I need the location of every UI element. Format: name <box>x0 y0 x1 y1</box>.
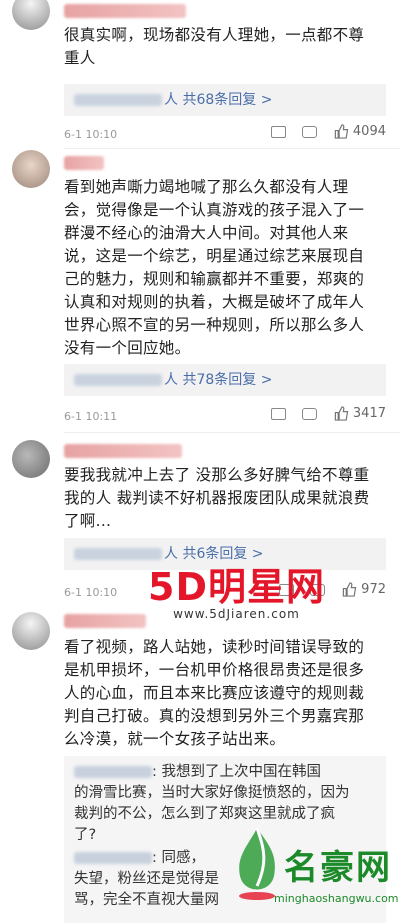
username[interactable] <box>64 4 186 18</box>
like-count: 4094 <box>352 124 386 139</box>
like-button[interactable]: 3417 <box>333 406 386 421</box>
comment-actions: 4094 <box>270 124 386 139</box>
username[interactable] <box>64 156 104 170</box>
reply-count: 人 共68条回复 > <box>164 92 273 108</box>
reply-summary-link[interactable]: 人 共68条回复 > <box>64 84 386 116</box>
like-count: 3417 <box>352 406 386 421</box>
username[interactable] <box>64 614 146 628</box>
comment-text: 要我我就冲上去了 没那么多好脾气给不尊重 我的人 裁判读不好机器报废团队成果就浪… <box>64 466 370 530</box>
comment-icon[interactable] <box>301 125 317 138</box>
reply-user-blur <box>74 374 162 386</box>
comment-date: 6-1 10:10 <box>64 128 118 141</box>
reply-summary-link[interactable]: 人 共78条回复 > <box>64 364 386 396</box>
avatar[interactable] <box>12 0 50 30</box>
logo-title: 名豪网 <box>284 848 392 888</box>
comment-text: 看到她声嘶力竭地喊了那么久都没有人理 会，觉得像是一个认真游戏的孩子混入了一 群… <box>64 178 365 357</box>
comment-actions: 3417 <box>270 406 386 421</box>
reply-count: 人 共78条回复 > <box>164 372 273 388</box>
reply-user-blur <box>74 94 162 106</box>
thumbs-up-icon <box>334 406 349 421</box>
corner-logo: 名豪网 minghaoshangwu.com <box>228 820 399 920</box>
avatar[interactable] <box>12 612 50 650</box>
watermark-title: 5D明星网 <box>148 565 325 609</box>
thumbs-up-icon <box>334 124 349 139</box>
avatar[interactable] <box>12 440 50 478</box>
comment-icon[interactable] <box>301 407 317 420</box>
like-count: 972 <box>361 582 386 597</box>
thumbs-up-icon <box>342 582 357 597</box>
like-button[interactable]: 972 <box>341 582 386 597</box>
share-icon[interactable] <box>270 125 286 138</box>
watermark-logo: 5D明星网 www.5dJiaren.com <box>148 556 325 621</box>
share-icon[interactable] <box>270 407 286 420</box>
username[interactable] <box>64 444 182 458</box>
logo-url: minghaoshangwu.com <box>274 892 399 905</box>
sub-reply-username[interactable] <box>74 766 152 778</box>
comment-text: 很真实啊，现场都没有人理她，一点都不尊 重人 <box>64 26 365 67</box>
avatar[interactable] <box>12 150 50 188</box>
divider <box>64 432 400 433</box>
sub-reply-username[interactable] <box>74 852 152 864</box>
like-button[interactable]: 4094 <box>333 124 386 139</box>
comment-text: 看了视频，路人站她，读秒时间错误导致的 是机甲损坏，一台机甲价格很昂贵还是很多 … <box>64 638 365 748</box>
watermark-url: www.5dJiaren.com <box>173 607 300 621</box>
comment-date: 6-1 10:10 <box>64 586 118 599</box>
divider <box>64 148 400 149</box>
comment-date: 6-1 10:11 <box>64 410 118 423</box>
